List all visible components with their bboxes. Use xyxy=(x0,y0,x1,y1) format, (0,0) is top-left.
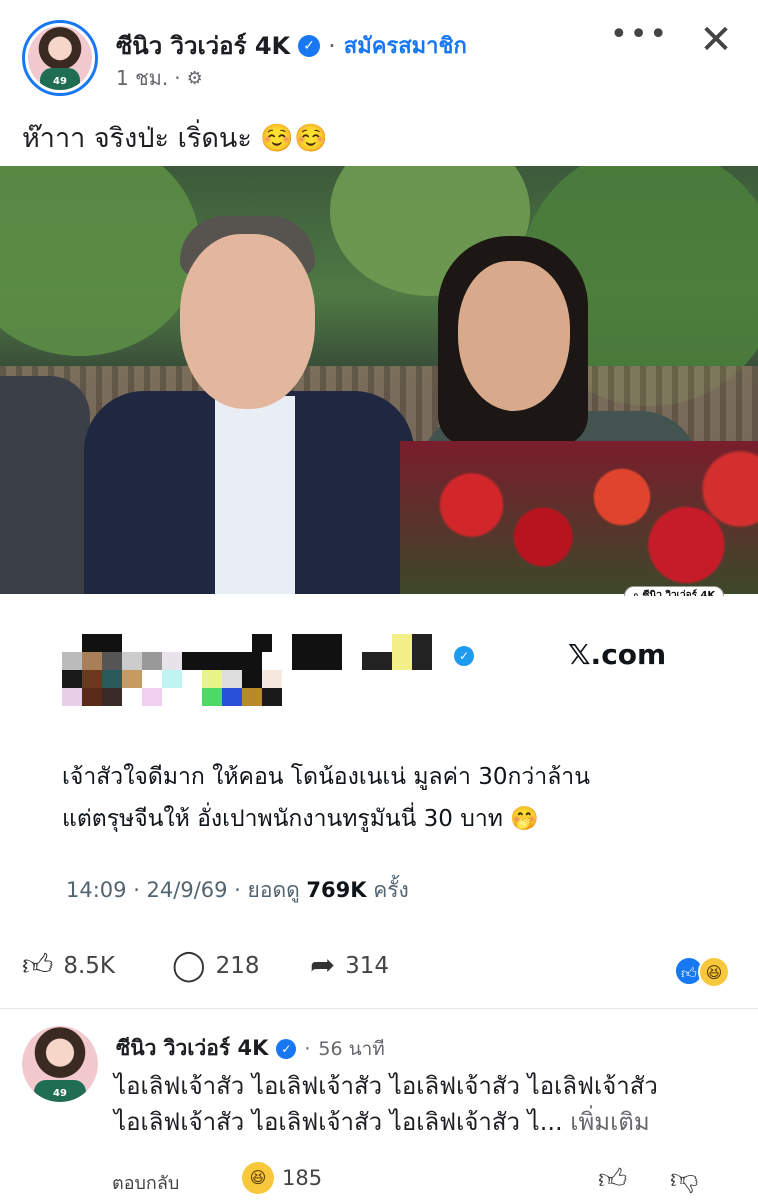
verified-badge-icon: ✓ xyxy=(276,1038,297,1059)
comment-reaction-count: 185 xyxy=(282,1166,323,1190)
share-count: 314 xyxy=(345,952,390,979)
pixel-tile xyxy=(182,652,262,670)
embed-text-line: แต่ตรุษจีนให้ อั่งเปาพนักงานทรูมันนี่ 30… xyxy=(62,806,539,832)
woman-face xyxy=(458,261,570,411)
left-person xyxy=(0,376,90,594)
post-actions: 👍︎ 8.5K ◯ 218 ➦ 314 xyxy=(0,940,758,996)
pixel-tile xyxy=(122,670,142,688)
thumbs-down-icon[interactable]: 👎︎ xyxy=(670,1162,698,1196)
pixel-tile xyxy=(392,634,412,670)
laughing-face-icon: 😆︎ xyxy=(242,1162,274,1194)
pixel-tile xyxy=(362,652,392,670)
reaction-summary[interactable]: 👍︎ 😆︎ xyxy=(674,956,740,988)
laughing-face-icon: 😆︎ xyxy=(698,956,730,988)
pixel-tile xyxy=(262,670,282,688)
embed-meta: 14:09 · 24/9/69 · ยอดดู 769K ครั้ง xyxy=(66,874,409,907)
pixel-tile xyxy=(202,670,222,688)
author-name[interactable]: ซีนิว วิวเว่อร์ 4K xyxy=(116,26,290,65)
post-photo[interactable] xyxy=(0,166,758,594)
avatar-image: 49 xyxy=(28,26,92,90)
pixel-tile xyxy=(162,652,182,670)
comment-count: 218 xyxy=(215,952,260,979)
thumbs-up-icon[interactable]: 👍︎ xyxy=(598,1162,627,1196)
pixel-tile xyxy=(62,688,82,706)
comment-text-truncated: ไอเลิฟเจ้าสัว ไอเลิฟเจ้าสัว ไอเลิฟเจ้าสั… xyxy=(114,1108,563,1136)
post-time[interactable]: 1 ชม. xyxy=(116,62,168,94)
pixel-tile xyxy=(102,688,122,706)
separator-dot: · xyxy=(304,1037,311,1060)
pixel-tile xyxy=(292,634,342,670)
pixel-tile xyxy=(62,652,82,670)
man-shirt xyxy=(215,396,295,594)
pixel-tile xyxy=(162,670,182,688)
like-button[interactable]: 👍︎ 8.5K xyxy=(22,948,115,984)
pixel-tile xyxy=(412,634,432,670)
pixel-tile xyxy=(82,670,102,688)
pixel-tile xyxy=(122,652,142,670)
embed-views-suffix: ครั้ง xyxy=(366,878,409,902)
speech-bubble-icon: ◯ xyxy=(172,948,206,983)
subscribe-button[interactable]: สมัครสมาชิก xyxy=(344,28,467,63)
pixel-tile xyxy=(102,652,122,670)
see-more-link[interactable]: เพิ่มเติม xyxy=(570,1108,649,1136)
verified-badge-icon: ✓ xyxy=(454,646,474,666)
comment-button[interactable]: ◯ 218 xyxy=(172,948,259,983)
comment-author-name[interactable]: ซีนิว วิวเว่อร์ 4K xyxy=(116,1032,268,1065)
tree-foliage xyxy=(0,166,200,356)
embed-text: เจ้าสัวใจดีมาก ให้คอน โดน้องเนเน่ มูลค่า… xyxy=(62,756,722,840)
pixel-tile xyxy=(82,652,102,670)
pixel-tile xyxy=(262,688,282,706)
pixel-tile xyxy=(82,634,122,652)
comment-reactions[interactable]: 😆︎ 185 xyxy=(242,1162,322,1194)
embed-views: 769K xyxy=(306,878,367,902)
comment-author-row: ซีนิว วิวเว่อร์ 4K ✓ · 56 นาที xyxy=(116,1032,385,1065)
flower-bouquet xyxy=(400,441,758,594)
pixel-tile xyxy=(222,670,242,688)
pixel-tile xyxy=(242,670,262,688)
comment-time[interactable]: 56 นาที xyxy=(318,1034,384,1064)
pixel-tile xyxy=(102,670,122,688)
pixel-tile xyxy=(142,652,162,670)
thumbs-up-icon: 👍︎ xyxy=(22,948,54,983)
more-options-button[interactable]: ••• xyxy=(610,20,667,60)
divider xyxy=(0,1008,758,1009)
post-caption: ห๊าาา จริงป่ะ เริ่ดนะ ☺️☺️ xyxy=(22,123,328,154)
avatar-number: 49 xyxy=(53,1088,67,1099)
pixel-tile xyxy=(82,688,102,706)
comment-text-line: ไอเลิฟเจ้าสัว ไอเลิฟเจ้าสัว ไอเลิฟเจ้าสั… xyxy=(114,1072,658,1100)
separator-dot: · xyxy=(174,66,181,90)
share-arrow-icon: ➦ xyxy=(310,948,336,983)
author-row: ซีนิว วิวเว่อร์ 4K ✓ · สมัครสมาชิก xyxy=(116,26,467,65)
share-button[interactable]: ➦ 314 xyxy=(310,948,389,983)
post-meta: 1 ชม. · ⚙ xyxy=(116,62,203,94)
embed-timestamp: 14:09 · 24/9/69 · ยอดดู xyxy=(66,878,307,902)
pixel-tile xyxy=(62,670,82,688)
x-domain-label[interactable]: 𝕏.com xyxy=(568,638,666,671)
avatar-number: 49 xyxy=(53,76,67,87)
pixel-tile xyxy=(242,688,262,706)
close-button[interactable]: ✕ xyxy=(692,16,740,64)
pixel-tile xyxy=(202,688,222,706)
embed-text-line: เจ้าสัวใจดีมาก ให้คอน โดน้องเนเน่ มูลค่า… xyxy=(62,764,590,790)
comment-text: ไอเลิฟเจ้าสัว ไอเลิฟเจ้าสัว ไอเลิฟเจ้าสั… xyxy=(114,1068,734,1140)
gear-icon[interactable]: ⚙ xyxy=(187,68,203,89)
comment-actions: ตอบกลับ 😆︎ 185 👍︎ 👎︎ xyxy=(0,1162,758,1198)
reply-button[interactable]: ตอบกลับ xyxy=(112,1168,179,1197)
verified-badge-icon: ✓ xyxy=(298,34,321,57)
comment-avatar[interactable]: 49 xyxy=(22,1026,98,1102)
pixel-tile xyxy=(142,688,162,706)
like-count: 8.5K xyxy=(63,953,116,979)
author-avatar[interactable]: 49 xyxy=(22,20,98,96)
pixelated-username xyxy=(62,634,442,708)
man-head xyxy=(180,234,315,409)
separator-dot: · xyxy=(328,31,336,60)
comment-text-line: ไอเลิฟเจ้าสัว ไอเลิฟเจ้าสัว ไอเลิฟเจ้าสั… xyxy=(114,1104,734,1140)
post-header: 49 ซีนิว วิวเว่อร์ 4K ✓ · สมัครสมาชิก 1 … xyxy=(0,0,758,100)
pixel-tile xyxy=(252,634,272,652)
pixel-tile xyxy=(222,688,242,706)
